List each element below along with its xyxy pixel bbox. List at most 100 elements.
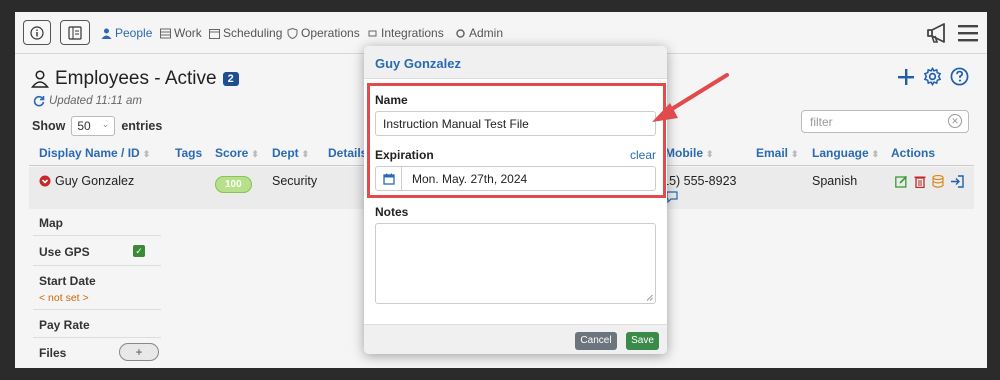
chevron-down-icon: ⌄ bbox=[101, 119, 110, 129]
nav-integrations-label: Integrations bbox=[381, 26, 444, 40]
dialog-footer: Cancel Save bbox=[364, 324, 667, 354]
divider bbox=[33, 235, 161, 236]
page-title: Employees - Active 2 bbox=[31, 68, 239, 90]
language-cell: Spanish bbox=[812, 174, 858, 188]
name-label: Name bbox=[375, 93, 408, 107]
row-actions bbox=[895, 175, 964, 188]
filter-input[interactable]: filter ✕ bbox=[801, 110, 969, 133]
filter-placeholder: filter bbox=[810, 115, 833, 129]
pay-rate-label: Pay Rate bbox=[39, 318, 90, 332]
nav-people[interactable]: People bbox=[101, 26, 152, 40]
shield-icon bbox=[287, 27, 298, 39]
collapse-icon[interactable] bbox=[39, 175, 51, 187]
start-date-value[interactable]: < not set > bbox=[39, 292, 89, 304]
score-badge: 100 bbox=[215, 176, 252, 193]
divider bbox=[33, 337, 161, 338]
col-email[interactable]: Email ⬍ bbox=[756, 146, 799, 160]
sort-icon: ⬍ bbox=[791, 149, 799, 159]
col-score[interactable]: Score ⬍ bbox=[215, 146, 259, 160]
menu-icon[interactable] bbox=[957, 23, 979, 43]
dialog-title: Guy Gonzalez bbox=[375, 56, 461, 71]
score-cell: 100 bbox=[215, 176, 252, 193]
show-label: Show bbox=[32, 119, 66, 133]
notes-textarea[interactable] bbox=[375, 223, 656, 304]
name-value: Instruction Manual Test File bbox=[383, 117, 529, 131]
help-icon[interactable] bbox=[950, 67, 969, 86]
updated-text: Updated 11:11 am bbox=[49, 95, 142, 107]
settings-gear-icon[interactable] bbox=[923, 67, 942, 86]
dashboard-button[interactable] bbox=[60, 20, 90, 45]
expiration-input[interactable]: Mon. May. 27th, 2024 bbox=[375, 166, 656, 191]
sort-icon: ⬍ bbox=[706, 149, 714, 159]
col-language-label: Language bbox=[812, 146, 869, 160]
col-actions-label: Actions bbox=[891, 146, 936, 160]
employee-name-cell[interactable]: Guy Gonzalez bbox=[39, 174, 134, 188]
database-icon[interactable] bbox=[932, 175, 944, 188]
add-file-button[interactable]: + bbox=[119, 343, 159, 361]
calendar-icon bbox=[382, 173, 395, 185]
col-language[interactable]: Language ⬍ bbox=[812, 146, 879, 160]
save-button[interactable]: Save bbox=[626, 332, 659, 350]
sort-icon: ⬍ bbox=[871, 149, 880, 159]
col-mobile-label: Mobile bbox=[665, 146, 703, 160]
resize-handle-icon[interactable] bbox=[646, 294, 653, 301]
clear-expiration-link[interactable]: clear bbox=[630, 148, 656, 162]
col-actions: Actions bbox=[891, 146, 935, 160]
nav-admin[interactable]: Admin bbox=[455, 26, 503, 40]
divider bbox=[33, 265, 161, 266]
cancel-button[interactable]: Cancel bbox=[575, 332, 617, 350]
sort-icon: ⬍ bbox=[251, 149, 259, 159]
sort-icon: ⬍ bbox=[142, 149, 151, 159]
nav-operations-label: Operations bbox=[301, 26, 360, 40]
clear-filter-icon[interactable]: ✕ bbox=[948, 114, 962, 128]
col-tags-label: Tags bbox=[175, 146, 203, 160]
refresh-icon[interactable] bbox=[33, 95, 45, 107]
nav-scheduling-label: Scheduling bbox=[223, 26, 283, 40]
trash-icon[interactable] bbox=[914, 175, 926, 188]
col-tags[interactable]: Tags bbox=[175, 146, 202, 160]
add-icon[interactable] bbox=[897, 68, 915, 86]
info-button[interactable] bbox=[23, 20, 51, 45]
nav-work-label: Work bbox=[174, 26, 202, 40]
login-icon[interactable] bbox=[950, 175, 964, 188]
list-icon bbox=[160, 28, 171, 38]
expiration-value: Mon. May. 27th, 2024 bbox=[412, 172, 528, 186]
megaphone-icon[interactable] bbox=[926, 22, 950, 44]
col-score-label: Score bbox=[215, 146, 249, 160]
col-details[interactable]: Details bbox=[328, 146, 367, 160]
sort-icon: ⬍ bbox=[301, 149, 310, 159]
message-icon[interactable] bbox=[666, 191, 678, 203]
divider bbox=[33, 309, 161, 310]
start-date-label: Start Date bbox=[39, 274, 96, 288]
col-display-name-label: Display Name / ID bbox=[39, 146, 140, 160]
plug-icon bbox=[368, 30, 377, 36]
person-outline-icon bbox=[31, 70, 49, 88]
dept-cell: Security bbox=[272, 174, 318, 188]
map-label: Map bbox=[39, 216, 63, 230]
page-size-select[interactable]: 50 ⌄ bbox=[71, 116, 116, 136]
dashboard-icon bbox=[68, 25, 82, 40]
file-dialog: Guy Gonzalez Name Instruction Manual Tes… bbox=[364, 46, 667, 354]
app-window: People Work Scheduling Operations Integr… bbox=[15, 12, 987, 368]
page-size-value: 50 bbox=[77, 119, 91, 133]
edit-icon[interactable] bbox=[895, 175, 908, 188]
col-email-label: Email bbox=[756, 146, 789, 160]
updated-status: Updated 11:11 am bbox=[33, 95, 142, 107]
nav-work[interactable]: Work bbox=[160, 26, 202, 40]
nav-scheduling[interactable]: Scheduling bbox=[209, 26, 282, 40]
col-display-name[interactable]: Display Name / ID ⬍ bbox=[39, 146, 150, 160]
nav-integrations[interactable]: Integrations bbox=[367, 26, 444, 40]
col-dept[interactable]: Dept ⬍ bbox=[272, 146, 309, 160]
entries-label: entries bbox=[121, 119, 163, 133]
header-actions bbox=[897, 67, 969, 86]
calendar-button[interactable] bbox=[376, 167, 402, 190]
gps-label: Use GPS bbox=[39, 245, 90, 259]
nav-admin-label: Admin bbox=[469, 26, 504, 40]
name-input[interactable]: Instruction Manual Test File bbox=[375, 111, 656, 136]
info-icon bbox=[30, 25, 44, 40]
calendar-icon bbox=[209, 28, 220, 39]
nav-operations[interactable]: Operations bbox=[287, 26, 360, 40]
count-badge: 2 bbox=[222, 72, 239, 86]
col-mobile[interactable]: Mobile ⬍ bbox=[665, 146, 714, 160]
use-gps-checkbox[interactable]: ✓ bbox=[133, 245, 145, 257]
